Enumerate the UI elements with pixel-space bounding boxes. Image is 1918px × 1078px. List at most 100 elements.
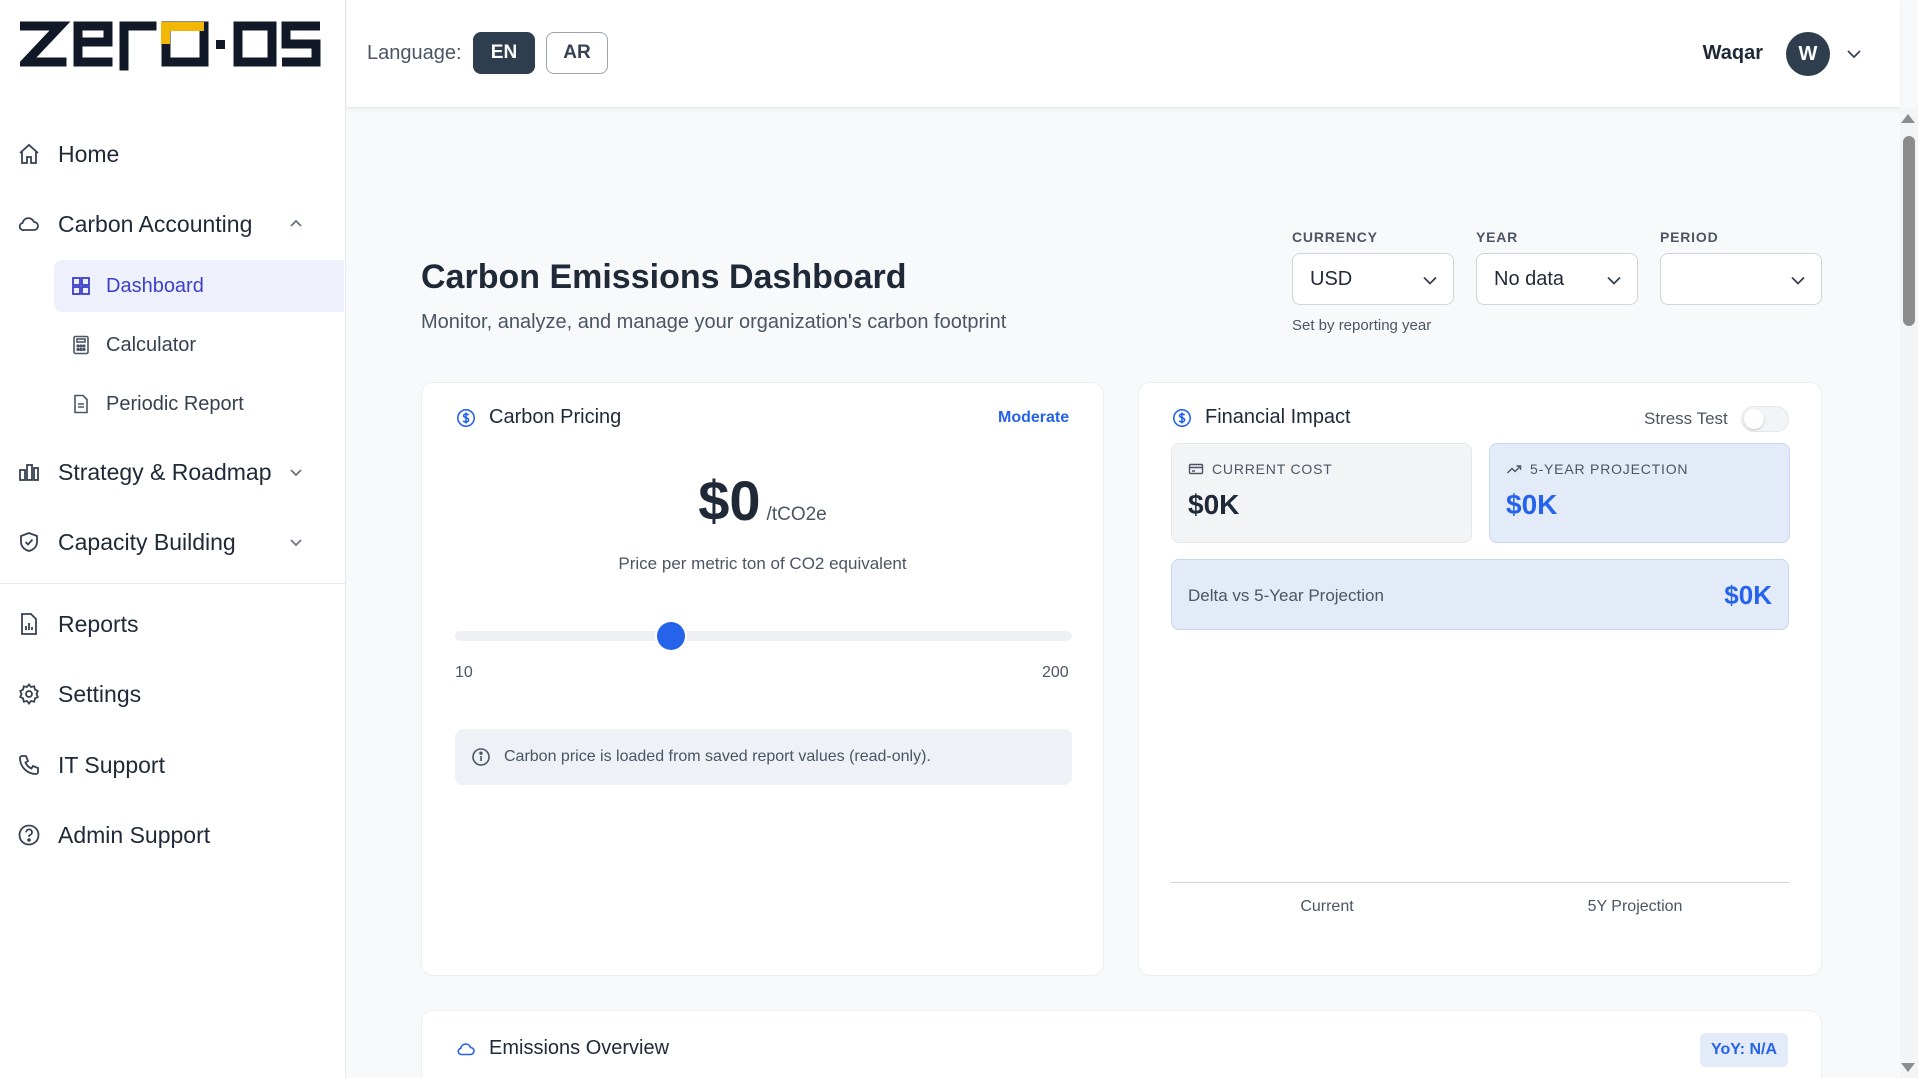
sidebar-item-it-support[interactable]: IT Support <box>14 743 324 787</box>
carbon-price-display: $0/tCO2e <box>421 468 1104 533</box>
stress-test-label: Stress Test <box>1644 409 1728 428</box>
current-cost-tile: CURRENT COST $0K <box>1171 443 1472 543</box>
cloud-icon <box>455 1038 477 1060</box>
emissions-overview-title-text: Emissions Overview <box>489 1037 670 1059</box>
slider-max-label: 200 <box>1042 664 1069 681</box>
sidebar-divider <box>0 583 346 584</box>
language-en-button[interactable]: EN <box>473 32 535 74</box>
avatar[interactable]: W <box>1786 32 1830 76</box>
document-icon <box>70 393 92 415</box>
year-label: YEAR <box>1476 229 1519 245</box>
sidebar-item-carbon-accounting[interactable]: Carbon Accounting <box>14 202 324 246</box>
help-circle-icon <box>14 820 44 850</box>
current-cost-value: $0K <box>1188 489 1240 520</box>
carbon-price-unit: /tCO2e <box>766 504 827 525</box>
year-select[interactable]: No data <box>1476 253 1638 305</box>
sidebar-item-label: Admin Support <box>58 821 211 848</box>
currency-select[interactable]: USD <box>1292 253 1454 305</box>
carbon-pricing-title-text: Carbon Pricing <box>489 406 622 428</box>
sidebar-item-strategy-roadmap[interactable]: Strategy & Roadmap <box>14 450 324 494</box>
trending-up-icon <box>1506 461 1522 477</box>
sidebar-item-label: Reports <box>58 610 139 637</box>
user-name[interactable]: Waqar <box>1703 42 1763 65</box>
yoy-badge: YoY: N/A <box>1700 1033 1788 1067</box>
page-title: Carbon Emissions Dashboard <box>421 258 907 296</box>
currency-value: USD <box>1310 267 1353 290</box>
sidebar-subitem-label: Periodic Report <box>106 392 244 415</box>
gear-icon <box>14 679 44 709</box>
pricing-level-label: Moderate <box>998 409 1070 426</box>
carbon-pricing-title: Carbon Pricing <box>455 406 621 429</box>
info-icon <box>470 746 492 768</box>
credit-card-icon <box>1188 461 1204 477</box>
currency-hint: Set by reporting year <box>1292 317 1432 334</box>
financial-impact-title: Financial Impact <box>1171 406 1351 429</box>
sidebar-item-label: Settings <box>58 680 142 707</box>
sidebar-subitem-periodic-report[interactable]: Periodic Report <box>54 378 344 430</box>
sidebar-item-label: Home <box>58 140 120 167</box>
shield-check-icon <box>14 527 44 557</box>
stress-test-toggle[interactable] <box>1741 406 1789 432</box>
chart-category-current: Current <box>1300 898 1354 915</box>
period-select[interactable] <box>1660 253 1822 305</box>
sidebar-subitem-label: Calculator <box>106 333 197 356</box>
scrollbar-thumb[interactable] <box>1903 136 1915 326</box>
sidebar-item-settings[interactable]: Settings <box>14 672 324 716</box>
sidebar-item-reports[interactable]: Reports <box>14 602 324 646</box>
language-ar-button[interactable]: AR <box>546 32 608 74</box>
chevron-down-icon <box>1605 271 1623 289</box>
sidebar-item-label: Carbon Accounting <box>58 210 253 237</box>
sidebar-item-home[interactable]: Home <box>14 132 324 176</box>
sidebar-item-label: Strategy & Roadmap <box>58 458 272 485</box>
sidebar: Home Carbon Accounting Dashboard Calcula… <box>0 0 346 1078</box>
user-menu-chevron-icon[interactable] <box>1844 44 1864 64</box>
report-icon <box>14 609 44 639</box>
sidebar-subitem-label: Dashboard <box>106 274 204 297</box>
chevron-down-icon <box>1421 271 1439 289</box>
carbon-price-caption: Price per metric ton of CO2 equivalent <box>618 554 907 573</box>
currency-label: CURRENCY <box>1292 229 1378 245</box>
emissions-overview-title: Emissions Overview <box>455 1037 669 1060</box>
carbon-price-slider-track[interactable] <box>455 631 1072 641</box>
home-icon <box>14 139 44 169</box>
delta-tile: Delta vs 5-Year Projection $0K <box>1171 559 1789 630</box>
sidebar-item-capacity-building[interactable]: Capacity Building <box>14 520 324 564</box>
page-subtitle: Monitor, analyze, and manage your organi… <box>421 311 1007 333</box>
financial-impact-title-text: Financial Impact <box>1205 406 1351 428</box>
info-text: Carbon price is loaded from saved report… <box>504 748 931 765</box>
calculator-icon <box>70 334 92 356</box>
zero-os-logo[interactable] <box>15 18 324 74</box>
sidebar-subitem-dashboard[interactable]: Dashboard <box>54 260 344 312</box>
sidebar-subitem-calculator[interactable]: Calculator <box>54 319 344 371</box>
sidebar-item-label: Capacity Building <box>58 528 236 555</box>
dollar-circle-icon <box>1171 407 1193 429</box>
scroll-down-arrow-icon[interactable] <box>1901 1063 1915 1072</box>
projection-tile: 5-YEAR PROJECTION $0K <box>1489 443 1790 543</box>
cloud-icon <box>14 209 44 239</box>
chevron-down-icon <box>286 462 306 482</box>
carbon-price-slider-thumb[interactable] <box>656 622 685 650</box>
chart-category-projection: 5Y Projection <box>1587 898 1683 915</box>
carbon-price-value: $0 <box>698 469 761 532</box>
chevron-down-icon <box>1789 271 1807 289</box>
dashboard-grid-icon <box>70 275 92 297</box>
top-bar: Language: EN AR Waqar W <box>347 0 1900 108</box>
columns-icon <box>14 457 44 487</box>
delta-value: $0K <box>1724 580 1772 610</box>
current-cost-label: CURRENT COST <box>1212 461 1333 477</box>
financial-chart-axis <box>1171 882 1789 883</box>
phone-icon <box>14 750 44 780</box>
sidebar-item-label: IT Support <box>58 751 165 778</box>
period-label: PERIOD <box>1660 229 1719 245</box>
chevron-down-icon <box>286 532 306 552</box>
year-value: No data <box>1494 267 1565 290</box>
delta-label: Delta vs 5-Year Projection <box>1188 586 1384 605</box>
chevron-up-icon <box>286 214 306 234</box>
projection-label: 5-YEAR PROJECTION <box>1530 461 1689 477</box>
sidebar-item-admin-support[interactable]: Admin Support <box>14 813 324 857</box>
slider-min-label: 10 <box>455 664 473 681</box>
carbon-price-info-box: Carbon price is loaded from saved report… <box>455 729 1072 785</box>
toggle-knob <box>1744 409 1764 429</box>
projection-value: $0K <box>1506 489 1558 520</box>
scroll-up-arrow-icon[interactable] <box>1901 114 1915 123</box>
